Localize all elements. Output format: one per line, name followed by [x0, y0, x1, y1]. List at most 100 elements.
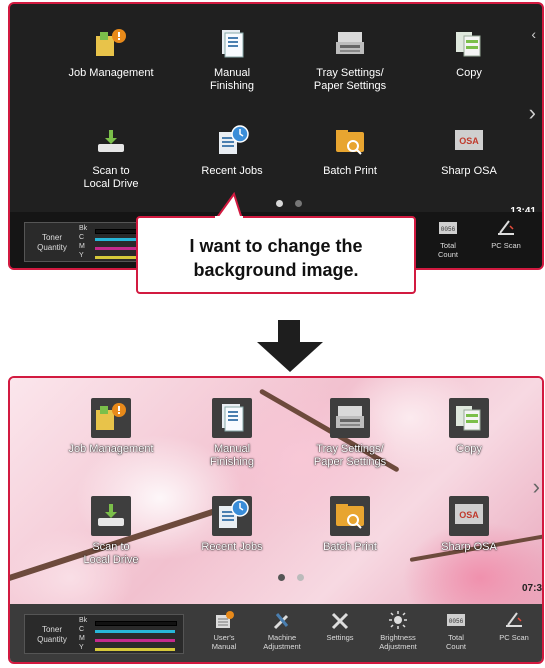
tile-copy[interactable]: Copy: [414, 398, 524, 456]
tile-label: Recent Jobs: [201, 541, 263, 553]
bar-button-label: Total Count: [437, 241, 458, 259]
tile-manual-finishing[interactable]: Manual Finishing: [177, 398, 287, 469]
tile-scan-local-drive[interactable]: Scan to Local Drive: [56, 496, 166, 567]
toner-level-bar: [95, 648, 175, 651]
tile-label: Batch Print: [323, 541, 377, 553]
page-dot-2[interactable]: [297, 574, 304, 581]
total-count-icon: 0056: [437, 218, 459, 238]
page-indicator[interactable]: [278, 574, 304, 581]
tile-label: Tray Settings/ Paper Settings: [313, 443, 387, 468]
manual-finishing-icon: [212, 398, 252, 438]
toner-title: Toner Quantity: [37, 233, 67, 252]
total-count-button[interactable]: 0056 Total Count: [422, 218, 474, 259]
total-count-icon: 0056: [445, 610, 467, 630]
tile-label: Scan to Local Drive: [83, 165, 139, 190]
toner-row: M: [79, 635, 179, 644]
tile-scan-local-drive[interactable]: Scan to Local Drive: [56, 122, 166, 191]
toner-row: Bk: [79, 617, 179, 626]
tray-settings-icon: [331, 24, 369, 62]
scan-local-drive-icon: [92, 122, 130, 160]
toner-color-label: Y: [79, 252, 84, 259]
bar-button-label: PC Scan: [499, 633, 529, 642]
tile-label: Manual Finishing: [209, 67, 255, 92]
toner-row: Y: [79, 644, 179, 653]
page-indicator[interactable]: [276, 200, 302, 207]
toner-level-bar: [95, 639, 175, 642]
next-page-chevron-icon[interactable]: ›: [529, 100, 536, 126]
tile-batch-print[interactable]: Batch Print: [295, 122, 405, 178]
tile-recent-jobs[interactable]: Recent Jobs: [177, 122, 287, 178]
machine-adjustment-button[interactable]: Machine Adjustment: [256, 610, 308, 651]
next-page-chevron-icon[interactable]: ›: [533, 474, 540, 500]
settings-icon: [329, 610, 351, 630]
total-count-button[interactable]: 0056 Total Count: [430, 610, 482, 651]
copy-icon: [449, 398, 489, 438]
svg-text:OSA: OSA: [459, 510, 479, 520]
tile-job-management[interactable]: Job Management: [56, 24, 166, 80]
tile-label: Scan to Local Drive: [83, 541, 139, 566]
sharp-osa-icon: OSA: [450, 122, 488, 160]
page-dot-1[interactable]: [278, 574, 285, 581]
bar-button-label: Brightness Adjustment: [379, 633, 417, 651]
home-screen-after: Job Management Manual Finishing Tray Setti…: [8, 376, 544, 664]
tile-tray-settings[interactable]: Tray Settings/ Paper Settings: [295, 398, 405, 469]
svg-text:OSA: OSA: [459, 136, 479, 146]
bubble-text: I want to change the background image.: [189, 236, 363, 280]
tile-label: Sharp OSA: [441, 541, 497, 553]
down-arrow-icon: [257, 320, 323, 372]
batch-print-icon: [331, 122, 369, 160]
tile-label: Job Management: [68, 443, 154, 455]
toner-level-bar: [95, 630, 175, 633]
settings-button[interactable]: Settings: [314, 610, 366, 642]
job-management-icon: [91, 398, 131, 438]
tile-label: Batch Print: [323, 165, 377, 177]
toner-color-label: M: [79, 635, 85, 642]
tile-label: Sharp OSA: [441, 165, 497, 177]
tile-manual-finishing[interactable]: Manual Finishing: [177, 24, 287, 93]
speech-bubble-tail-icon: [215, 192, 243, 218]
tile-job-management[interactable]: Job Management: [56, 398, 166, 456]
users-manual-button[interactable]: User's Manual: [198, 610, 250, 651]
pc-scan-button[interactable]: PC Scan: [488, 610, 540, 642]
users-manual-icon: [213, 610, 235, 630]
sharp-osa-icon: OSA: [449, 496, 489, 536]
tile-tray-settings[interactable]: Tray Settings/ Paper Settings: [295, 24, 405, 93]
tile-label: Recent Jobs: [201, 165, 263, 177]
tile-copy[interactable]: Copy: [414, 24, 524, 80]
copy-icon: [450, 24, 488, 62]
manual-finishing-icon: [213, 24, 251, 62]
svg-text:0056: 0056: [441, 226, 456, 233]
tile-label: Manual Finishing: [209, 443, 255, 468]
scan-local-drive-icon: [91, 496, 131, 536]
tile-batch-print[interactable]: Batch Print: [295, 496, 405, 554]
page-dot-2[interactable]: [295, 200, 302, 207]
pc-scan-button[interactable]: PC Scan: [480, 218, 532, 250]
toner-row: C: [79, 626, 179, 635]
clock: 07:3: [521, 583, 542, 594]
tile-sharp-osa[interactable]: OSA Sharp OSA: [414, 496, 524, 554]
job-management-icon: [92, 24, 130, 62]
tile-recent-jobs[interactable]: Recent Jobs: [177, 496, 287, 554]
toner-color-label: C: [79, 626, 85, 633]
bar-button-label: Settings: [326, 633, 354, 642]
toner-quantity-panel: Toner Quantity Bk C M Y: [24, 614, 184, 654]
brightness-adjustment-button[interactable]: Brightness Adjustment: [372, 610, 424, 651]
toner-color-label: Bk: [79, 617, 88, 624]
toner-color-label: M: [79, 243, 85, 250]
tile-sharp-osa[interactable]: OSA Sharp OSA: [414, 122, 524, 178]
batch-print-icon: [330, 496, 370, 536]
tray-settings-icon: [330, 398, 370, 438]
edge-scroll-icon[interactable]: ‹: [531, 26, 536, 42]
toner-color-label: Y: [79, 644, 84, 651]
toner-color-label: C: [79, 234, 85, 241]
pc-scan-icon: [503, 610, 525, 630]
machine-adjustment-icon: [271, 610, 293, 630]
recent-jobs-icon: [213, 122, 251, 160]
bar-button-label: Machine Adjustment: [263, 633, 301, 651]
bar-button-label: Total Count: [445, 633, 466, 651]
svg-text:0056: 0056: [449, 618, 464, 625]
brightness-adjustment-icon: [387, 610, 409, 630]
bottom-action-bar: Toner Quantity Bk C M Y User's Manual Machine…: [10, 604, 542, 662]
toner-title: Toner Quantity: [37, 625, 67, 644]
page-dot-1[interactable]: [276, 200, 283, 207]
